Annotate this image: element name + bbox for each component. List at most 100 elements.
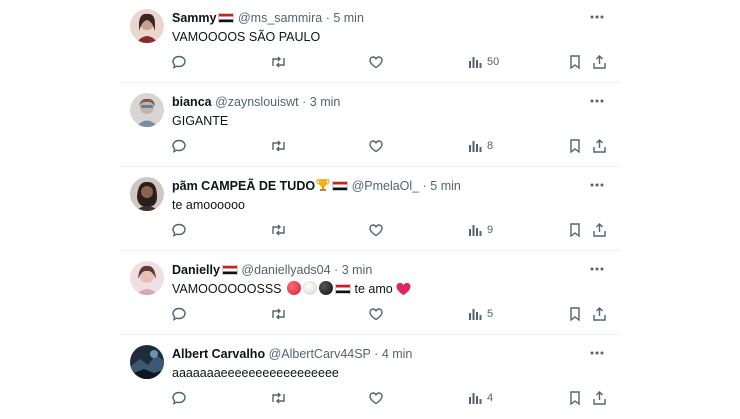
- more-options-icon[interactable]: [588, 344, 606, 362]
- reply-icon[interactable]: [171, 304, 187, 324]
- post-header: bianca @zaynslouiswt · 3 min: [172, 94, 340, 110]
- views-icon: [469, 225, 482, 236]
- trophy-emoji: [316, 179, 330, 191]
- like-icon[interactable]: [368, 388, 384, 408]
- reply-icon[interactable]: [171, 52, 187, 72]
- avatar[interactable]: [130, 177, 164, 211]
- reply-post[interactable]: Albert Carvalho @AlbertCarv44SP · 4 min …: [120, 336, 620, 419]
- action-bar: 50: [120, 52, 620, 72]
- display-name[interactable]: Danielly: [172, 263, 220, 277]
- share-icon[interactable]: [592, 52, 607, 72]
- flag-emoji: [335, 284, 351, 294]
- like-icon[interactable]: [368, 220, 384, 240]
- views-icon: [469, 141, 482, 152]
- red-circle-emoji: [287, 281, 301, 295]
- reply-post[interactable]: pãm CAMPEÃ DE TUDO @PmelaOl_ · 5 min te …: [120, 168, 620, 251]
- like-icon[interactable]: [368, 304, 384, 324]
- like-icon[interactable]: [368, 52, 384, 72]
- action-bar: 5: [120, 304, 620, 324]
- post-time[interactable]: 5 min: [333, 11, 364, 25]
- user-handle[interactable]: @daniellyads04: [241, 263, 330, 277]
- repost-icon[interactable]: [270, 136, 287, 156]
- repost-icon[interactable]: [270, 220, 287, 240]
- views-count: 8: [487, 140, 494, 152]
- views-icon: [469, 57, 482, 68]
- separator-dot: ·: [422, 179, 427, 193]
- reply-icon[interactable]: [171, 220, 187, 240]
- avatar[interactable]: [130, 345, 164, 379]
- avatar[interactable]: [130, 261, 164, 295]
- repost-icon[interactable]: [270, 52, 287, 72]
- separator-dot: ·: [302, 95, 307, 109]
- separator-dot: ·: [325, 11, 330, 25]
- post-header: Albert Carvalho @AlbertCarv44SP · 4 min: [172, 346, 412, 362]
- post-text-end: te amo: [354, 282, 393, 296]
- avatar[interactable]: [130, 93, 164, 127]
- views-count: 50: [487, 56, 500, 68]
- black-circle-emoji: [319, 281, 333, 295]
- repost-icon[interactable]: [270, 388, 287, 408]
- like-icon[interactable]: [368, 136, 384, 156]
- share-icon[interactable]: [592, 304, 607, 324]
- share-icon[interactable]: [592, 136, 607, 156]
- bookmark-icon[interactable]: [568, 220, 582, 240]
- reply-icon[interactable]: [171, 388, 187, 408]
- separator-dot: ·: [374, 347, 379, 361]
- post-time[interactable]: 3 min: [310, 95, 341, 109]
- share-icon[interactable]: [592, 388, 607, 408]
- post-text: GIGANTE: [172, 114, 229, 128]
- more-options-icon[interactable]: [588, 260, 606, 278]
- flag-emoji: [332, 181, 349, 191]
- reply-post[interactable]: Danielly @daniellyads04 · 3 min VAMOOOOO…: [120, 252, 620, 335]
- avatar[interactable]: [130, 9, 164, 43]
- white-circle-emoji: [303, 281, 317, 295]
- bookmark-icon[interactable]: [568, 136, 582, 156]
- display-name[interactable]: Sammy: [172, 11, 216, 25]
- display-name[interactable]: bianca: [172, 95, 212, 109]
- post-time[interactable]: 4 min: [382, 347, 413, 361]
- separator-dot: ·: [334, 263, 339, 277]
- user-handle[interactable]: @zaynslouiswt: [215, 95, 299, 109]
- user-handle[interactable]: @PmelaOl_: [352, 179, 420, 193]
- bookmark-icon[interactable]: [568, 388, 582, 408]
- post-text: VAMOOOOOOSSS te amo: [172, 280, 411, 298]
- repost-icon[interactable]: [270, 304, 287, 324]
- action-bar: 9: [120, 220, 620, 240]
- flag-emoji: [221, 265, 238, 275]
- post-text-start: VAMOOOOOOSSS: [172, 282, 282, 296]
- more-options-icon[interactable]: [588, 8, 606, 26]
- views-count: 4: [487, 392, 494, 404]
- views-count: 5: [487, 308, 494, 320]
- post-header: Sammy @ms_sammira · 5 min: [172, 10, 364, 26]
- bookmark-icon[interactable]: [568, 304, 582, 324]
- flag-emoji: [218, 13, 235, 23]
- post-time[interactable]: 3 min: [342, 263, 373, 277]
- red-heart-emoji: [396, 282, 411, 296]
- action-bar: 8: [120, 136, 620, 156]
- display-name[interactable]: Albert Carvalho: [172, 347, 265, 361]
- user-handle[interactable]: @ms_sammira: [238, 11, 322, 25]
- post-text: te amoooooo: [172, 198, 245, 212]
- post-header: pãm CAMPEÃ DE TUDO @PmelaOl_ · 5 min: [172, 178, 461, 194]
- replies-feed: Sammy @ms_sammira · 5 min VAMOOOOS SÃO P…: [120, 0, 620, 416]
- views-stat[interactable]: 4: [468, 388, 493, 408]
- views-icon: [469, 309, 482, 320]
- reply-post[interactable]: Sammy @ms_sammira · 5 min VAMOOOOS SÃO P…: [120, 0, 620, 83]
- post-header: Danielly @daniellyads04 · 3 min: [172, 262, 372, 278]
- post-time[interactable]: 5 min: [430, 179, 461, 193]
- more-options-icon[interactable]: [588, 176, 606, 194]
- user-handle[interactable]: @AlbertCarv44SP: [269, 347, 371, 361]
- post-text: aaaaaaaeeeeeeeeeeeeeeeee: [172, 366, 339, 380]
- display-name[interactable]: pãm CAMPEÃ DE TUDO: [172, 179, 315, 193]
- reply-icon[interactable]: [171, 136, 187, 156]
- more-options-icon[interactable]: [588, 92, 606, 110]
- views-stat[interactable]: 8: [468, 136, 493, 156]
- share-icon[interactable]: [592, 220, 607, 240]
- post-text: VAMOOOOS SÃO PAULO: [172, 30, 321, 44]
- views-stat[interactable]: 9: [468, 220, 493, 240]
- views-stat[interactable]: 50: [468, 52, 499, 72]
- views-stat[interactable]: 5: [468, 304, 493, 324]
- bookmark-icon[interactable]: [568, 52, 582, 72]
- reply-post[interactable]: bianca @zaynslouiswt · 3 min GIGANTE 8: [120, 84, 620, 167]
- views-icon: [469, 393, 482, 404]
